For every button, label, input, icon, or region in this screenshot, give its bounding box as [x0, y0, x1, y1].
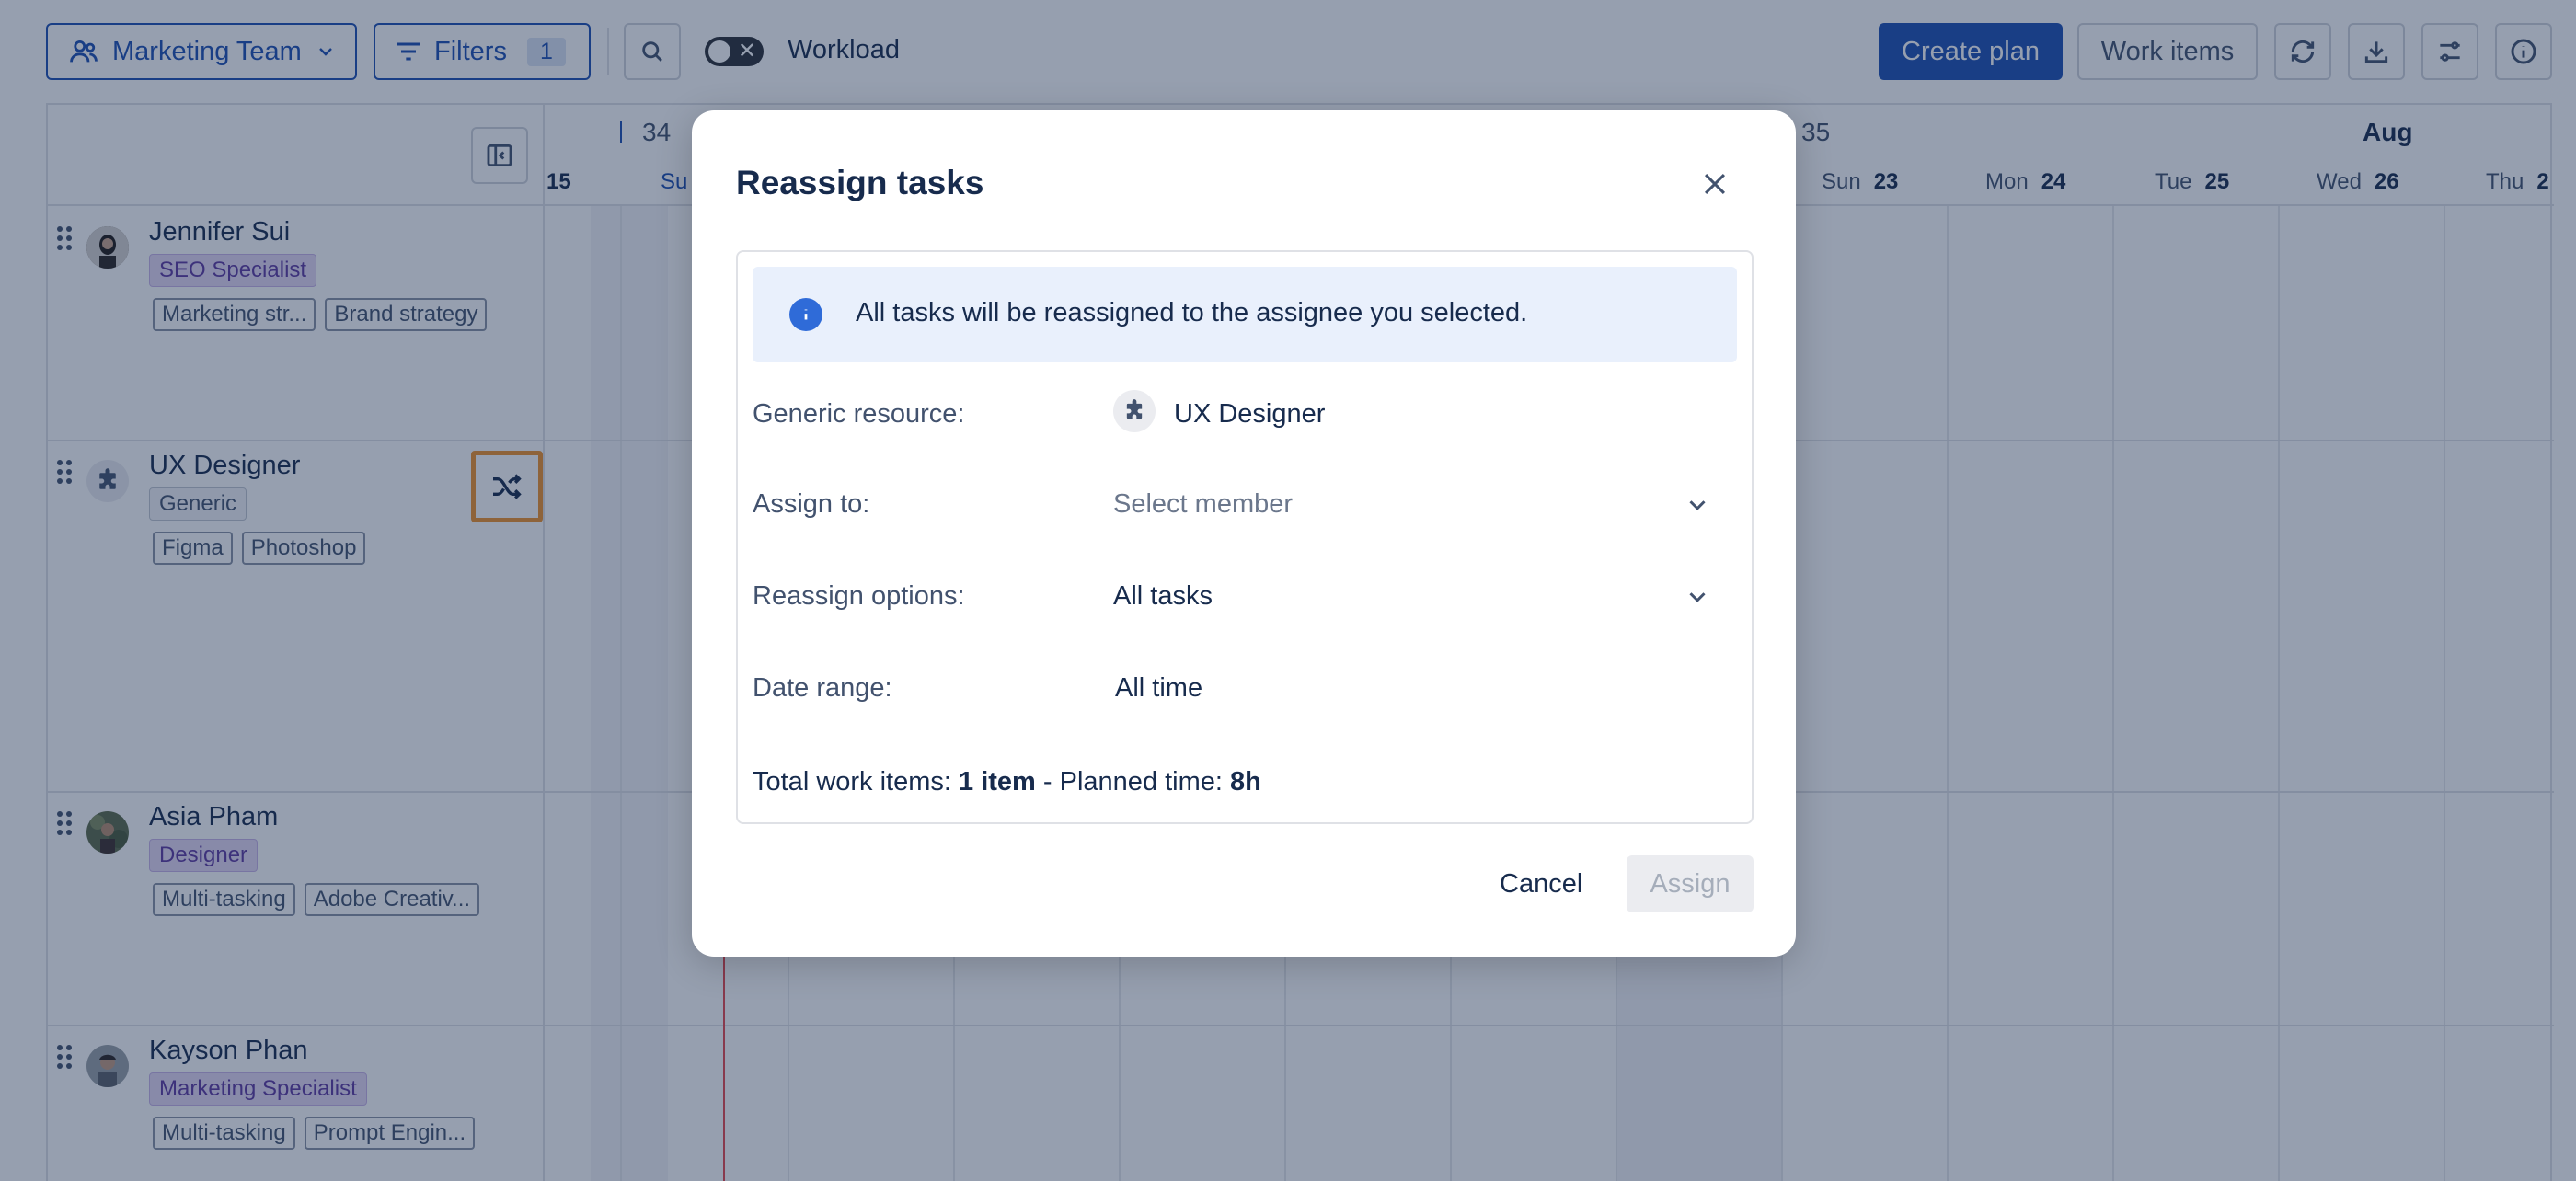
info-banner: All tasks will be reassigned to the assi… — [753, 267, 1737, 362]
total-items-label: Total work items: — [753, 767, 951, 797]
total-items-value: 1 item — [959, 767, 1036, 797]
puzzle-icon — [1126, 399, 1143, 419]
dialog-body: All tasks will be reassigned to the assi… — [736, 250, 1754, 824]
totals-summary: Total work items: 1 item - Planned time:… — [753, 767, 1261, 797]
reassign-options-value: All tasks — [1113, 581, 1213, 611]
planned-time-value: 8h — [1230, 767, 1261, 797]
date-range-label: Date range: — [753, 673, 892, 703]
generic-resource-avatar — [1113, 390, 1156, 432]
date-range-value[interactable]: All time — [1115, 673, 1202, 704]
resource-planner: Marketing Team Filters 1 ✕ Workload Crea… — [0, 0, 2576, 1181]
totals-separator: - — [1042, 767, 1052, 797]
dialog-title: Reassign tasks — [736, 164, 984, 201]
close-icon — [1704, 173, 1726, 195]
generic-resource-value: UX Designer — [1174, 399, 1326, 429]
cancel-button[interactable]: Cancel — [1483, 855, 1599, 912]
info-circle-icon — [789, 298, 822, 331]
reassign-options-select[interactable]: All tasks — [1098, 561, 1733, 631]
planned-time-label: Planned time: — [1059, 767, 1223, 797]
chevron-down-icon — [1689, 500, 1706, 510]
assign-to-select[interactable]: Select member — [1098, 469, 1733, 539]
close-dialog-button[interactable] — [1691, 160, 1739, 208]
reassign-tasks-dialog: Reassign tasks All tasks will be reassig… — [692, 110, 1796, 957]
assign-to-label: Assign to: — [753, 489, 870, 519]
assign-to-placeholder: Select member — [1113, 489, 1294, 519]
reassign-options-label: Reassign options: — [753, 581, 965, 611]
generic-resource-label: Generic resource: — [753, 399, 965, 429]
assign-button[interactable]: Assign — [1627, 855, 1754, 912]
info-message: All tasks will be reassigned to the assi… — [856, 298, 1528, 327]
chevron-down-icon — [1689, 592, 1706, 602]
